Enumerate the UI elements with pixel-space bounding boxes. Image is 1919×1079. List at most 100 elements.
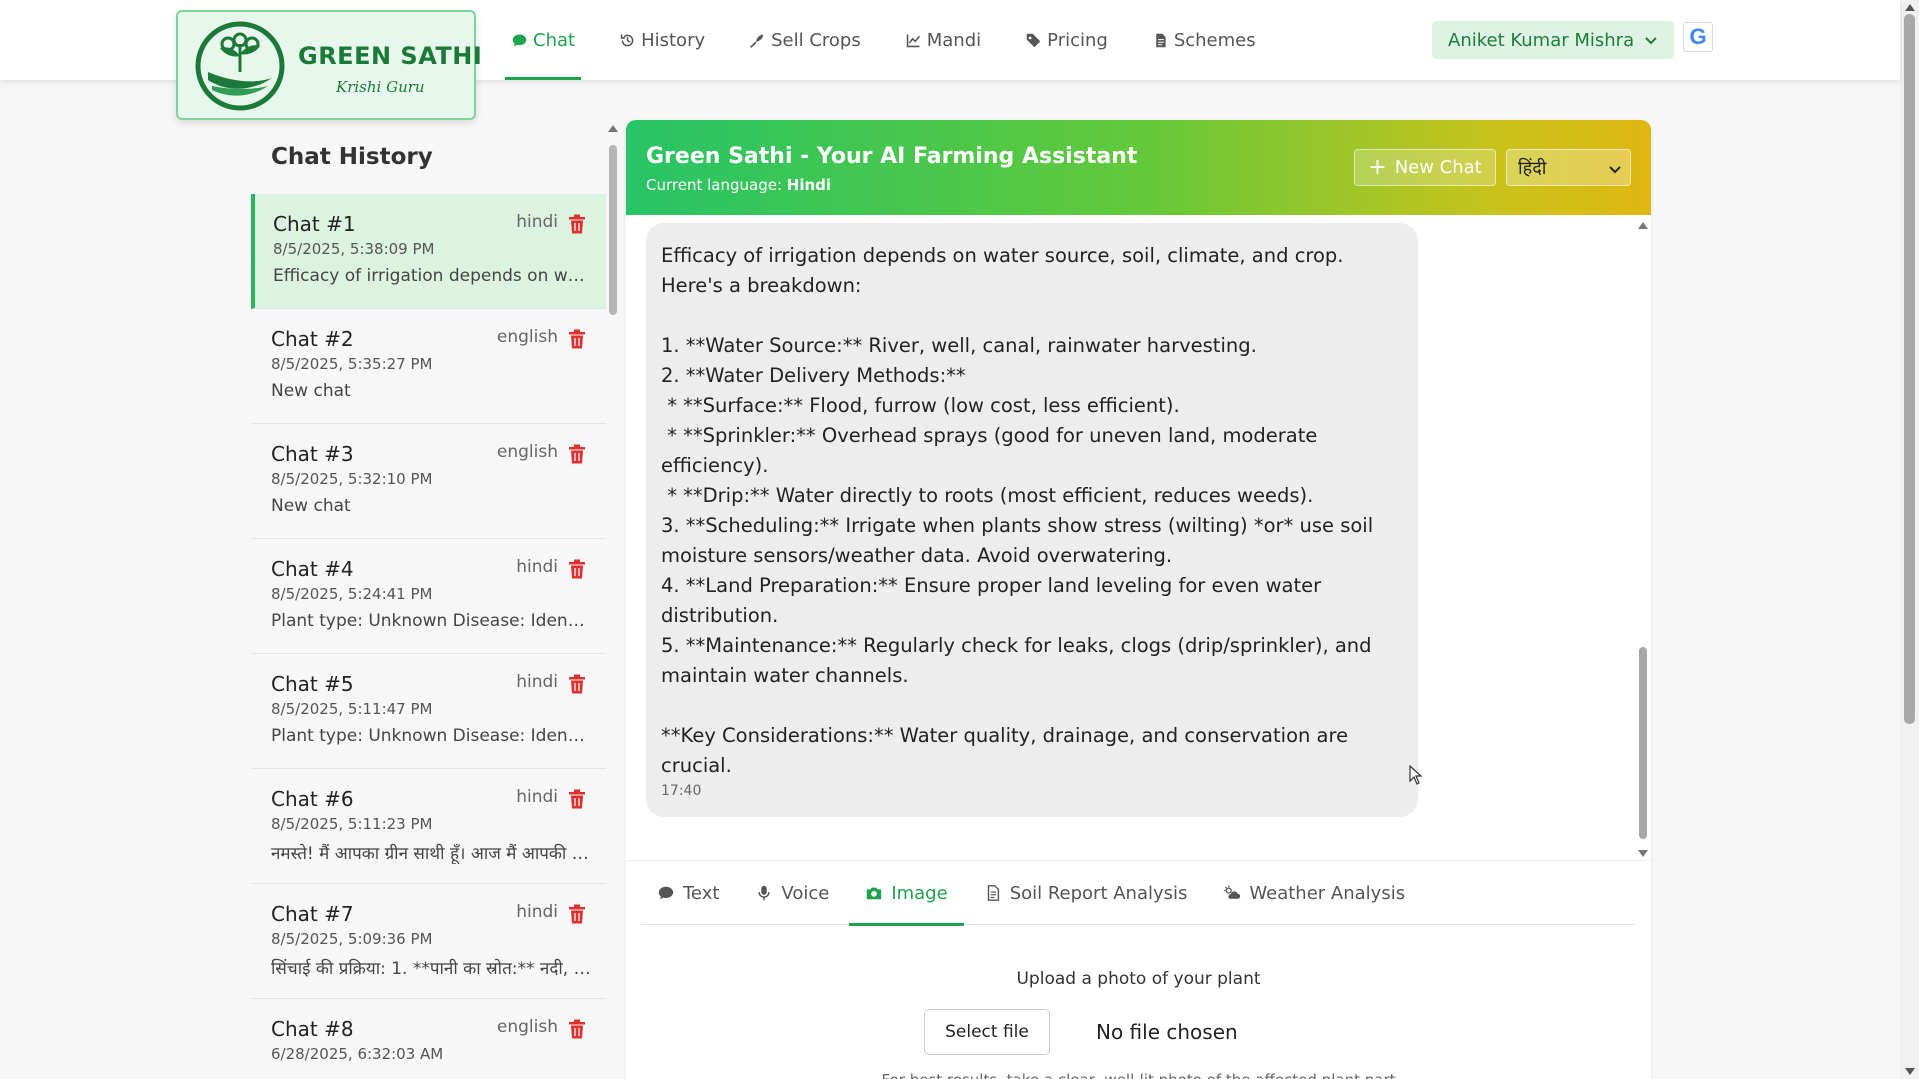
tab-weather-analysis[interactable]: Weather Analysis: [1207, 861, 1421, 925]
camera-icon: [867, 887, 882, 900]
chat-history-item[interactable]: Chat #7 hindi 8/5/2025, 5:09:36 PM सिंचा…: [251, 884, 606, 999]
chat-date: 8/5/2025, 5:24:41 PM: [271, 585, 433, 603]
message-scrollbar[interactable]: [1637, 222, 1649, 857]
chat-history-item[interactable]: Chat #6 hindi 8/5/2025, 5:11:23 PM नमस्त…: [251, 769, 606, 884]
chat-preview: Plant type: Unknown Disease: Identificat…: [271, 726, 591, 746]
cloud-sun-icon: [1224, 885, 1241, 899]
chat-preview: New chat: [271, 381, 351, 401]
upload-label: Upload a photo of your plant: [1016, 969, 1261, 989]
plus-icon: +: [1368, 154, 1387, 180]
chat-preview: Efficacy of irrigation depends on water …: [273, 266, 593, 286]
chat-preview: Plant type: Unknown Disease: Identificat…: [271, 611, 591, 631]
line-chart-icon: [906, 34, 920, 47]
nav-sell-crops[interactable]: Sell Crops: [743, 0, 867, 80]
chat-date: 6/28/2025, 6:32:03 AM: [271, 1045, 444, 1063]
nav-history[interactable]: History: [613, 0, 711, 80]
tab-label: Image: [891, 882, 948, 904]
document-icon: [1156, 33, 1166, 47]
page-scrollbar[interactable]: [1900, 0, 1919, 1079]
brand-name: GREEN SATHI: [298, 42, 483, 70]
chat-date: 8/5/2025, 5:11:47 PM: [271, 700, 433, 718]
sidebar-scrollbar[interactable]: [606, 125, 620, 1079]
tag-icon: [1026, 33, 1041, 47]
nav-chat[interactable]: Chat: [505, 0, 582, 80]
scroll-up-arrow-icon[interactable]: [608, 125, 618, 132]
nav-label: Schemes: [1173, 29, 1256, 51]
language-select[interactable]: हिंदी: [1506, 149, 1631, 186]
chat-date: 8/5/2025, 5:11:23 PM: [271, 815, 433, 833]
chat-history-item[interactable]: Chat #5 hindi 8/5/2025, 5:11:47 PM Plant…: [251, 654, 606, 769]
trash-icon[interactable]: [568, 444, 586, 464]
nav-label: Chat: [533, 29, 576, 51]
page-scroll-thumb[interactable]: [1904, 14, 1915, 724]
current-language-line: Current language: Hindi: [646, 176, 831, 194]
message-scroll-thumb[interactable]: [1639, 647, 1647, 839]
chat-date: 8/5/2025, 5:09:36 PM: [271, 930, 433, 948]
chat-list: Chat #1 hindi 8/5/2025, 5:38:09 PM Effic…: [251, 194, 606, 1079]
chat-language: english: [496, 327, 558, 347]
nav-pricing[interactable]: Pricing: [1019, 0, 1114, 80]
new-chat-label: New Chat: [1394, 157, 1482, 178]
nav-mandi[interactable]: Mandi: [899, 0, 987, 80]
google-icon[interactable]: G: [1683, 22, 1713, 52]
leaf-logo-icon: [195, 21, 285, 111]
message-text: Efficacy of irrigation depends on water …: [661, 244, 1374, 777]
brand-tagline: Krishi Guru: [336, 78, 425, 96]
nav-label: Pricing: [1047, 29, 1108, 51]
sidebar-scroll-thumb[interactable]: [609, 145, 617, 315]
chat-history-item[interactable]: Chat #2 english 8/5/2025, 5:35:27 PM New…: [251, 309, 606, 424]
chat-language: hindi: [516, 787, 558, 807]
tab-label: Voice: [781, 882, 830, 904]
chat-language: hindi: [516, 902, 558, 922]
trash-icon[interactable]: [568, 1019, 586, 1039]
trash-icon[interactable]: [568, 329, 586, 349]
tab-label: Weather Analysis: [1249, 882, 1406, 904]
message-list: Efficacy of irrigation depends on water …: [626, 215, 1651, 860]
chat-language: hindi: [516, 212, 558, 232]
trash-icon[interactable]: [568, 214, 586, 234]
input-section: Text Voice Image Soil Report Analysis We…: [626, 860, 1651, 1079]
tab-text[interactable]: Text: [641, 861, 735, 925]
tab-soil-report-analysis[interactable]: Soil Report Analysis: [968, 861, 1204, 925]
tab-voice[interactable]: Voice: [739, 861, 845, 925]
new-chat-button[interactable]: + New Chat: [1354, 149, 1496, 186]
scroll-down-arrow-icon[interactable]: [1905, 1068, 1915, 1075]
tab-label: Soil Report Analysis: [1009, 882, 1188, 904]
select-file-button[interactable]: Select file: [924, 1009, 1050, 1055]
message-timestamp: 17:40: [661, 783, 702, 799]
input-mode-tabs: Text Voice Image Soil Report Analysis We…: [641, 861, 1636, 926]
chat-history-item[interactable]: Chat #8 english 6/28/2025, 6:32:03 AM: [251, 999, 606, 1079]
scroll-up-arrow-icon[interactable]: [1638, 222, 1648, 229]
chat-language: english: [496, 1017, 558, 1037]
chat-history-item[interactable]: Chat #4 hindi 8/5/2025, 5:24:41 PM Plant…: [251, 539, 606, 654]
chat-history-sidebar: Chat History Chat #1 hindi 8/5/2025, 5:3…: [251, 120, 606, 1079]
chat-date: 8/5/2025, 5:35:27 PM: [271, 355, 433, 373]
file-icon: [987, 885, 999, 901]
chat-preview: नमस्ते! मैं आपका ग्रीन साथी हूँ। आज मैं …: [271, 844, 591, 864]
nav-label: Mandi: [926, 29, 982, 51]
upload-hint: For best results, take a clear, well-lit…: [626, 1071, 1651, 1079]
user-name: Aniket Kumar Mishra: [1448, 29, 1635, 51]
comment-icon: [512, 34, 527, 46]
user-menu-button[interactable]: Aniket Kumar Mishra: [1432, 21, 1675, 59]
chat-history-item[interactable]: Chat #1 hindi 8/5/2025, 5:38:09 PM Effic…: [251, 194, 606, 309]
chevron-down-icon: [1645, 37, 1657, 45]
chat-history-item[interactable]: Chat #3 english 8/5/2025, 5:32:10 PM New…: [251, 424, 606, 539]
chat-language: english: [496, 442, 558, 462]
mouse-cursor-icon: [1409, 765, 1423, 785]
tab-image[interactable]: Image: [849, 861, 965, 926]
current-language-value: Hindi: [786, 176, 832, 194]
scroll-down-arrow-icon[interactable]: [1638, 850, 1648, 857]
chat-language: hindi: [516, 557, 558, 577]
trash-icon[interactable]: [568, 789, 586, 809]
trash-icon[interactable]: [568, 559, 586, 579]
trash-icon[interactable]: [568, 904, 586, 924]
scroll-up-arrow-icon[interactable]: [1905, 4, 1915, 11]
brand-logo[interactable]: GREEN SATHI Krishi Guru: [176, 10, 482, 120]
sidebar-title: Chat History: [271, 144, 433, 170]
chat-header: Green Sathi - Your AI Farming Assistant …: [626, 120, 1651, 215]
trash-icon[interactable]: [568, 674, 586, 694]
nav-schemes[interactable]: Schemes: [1146, 0, 1262, 80]
history-icon: [620, 34, 634, 46]
microphone-icon: [758, 885, 771, 901]
